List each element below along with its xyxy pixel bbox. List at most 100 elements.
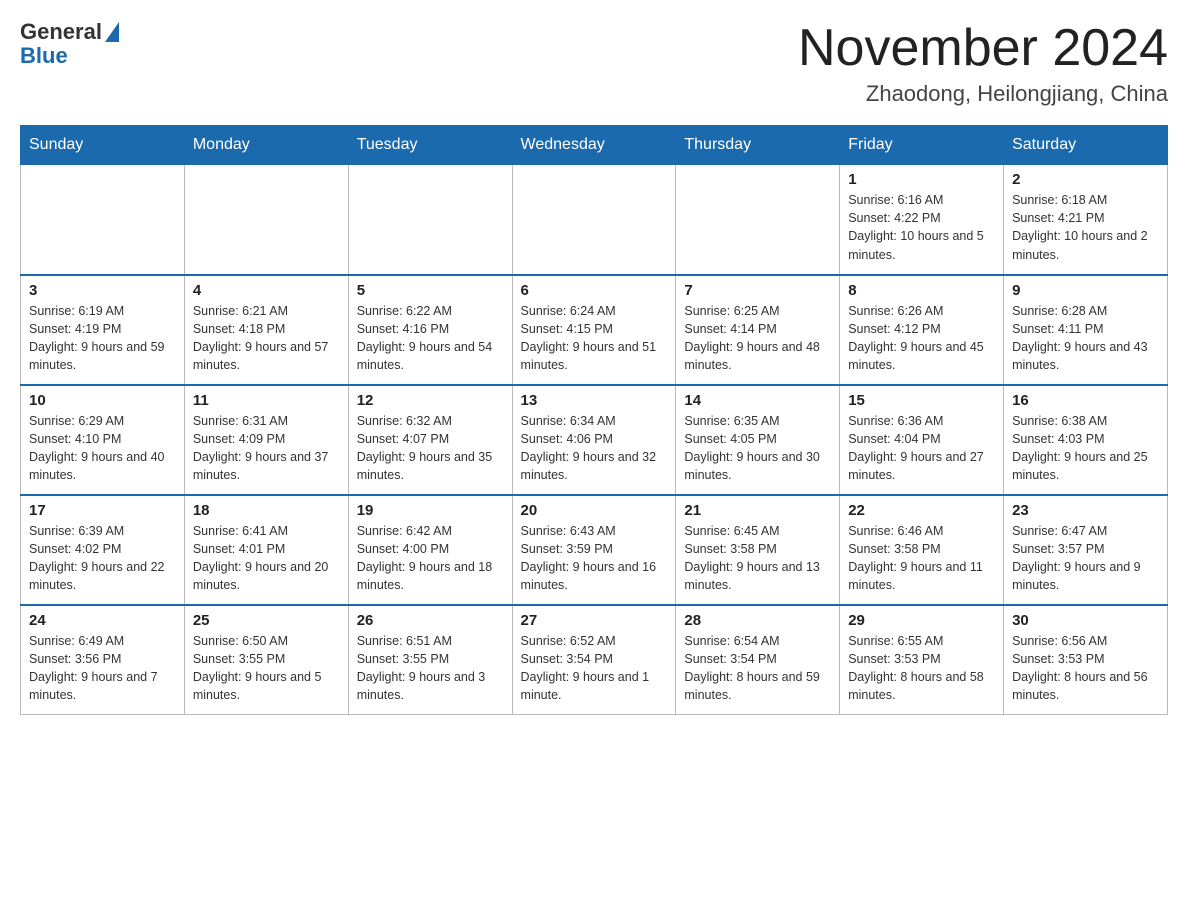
day-number: 2 bbox=[1012, 171, 1159, 188]
day-number: 7 bbox=[684, 282, 831, 299]
day-info: Sunrise: 6:54 AM Sunset: 3:54 PM Dayligh… bbox=[684, 632, 831, 705]
calendar-week-row: 17Sunrise: 6:39 AM Sunset: 4:02 PM Dayli… bbox=[21, 495, 1168, 605]
day-of-week-header: Saturday bbox=[1004, 126, 1168, 165]
day-info: Sunrise: 6:56 AM Sunset: 3:53 PM Dayligh… bbox=[1012, 632, 1159, 705]
day-number: 23 bbox=[1012, 502, 1159, 519]
calendar-day-cell: 24Sunrise: 6:49 AM Sunset: 3:56 PM Dayli… bbox=[21, 605, 185, 715]
day-info: Sunrise: 6:26 AM Sunset: 4:12 PM Dayligh… bbox=[848, 302, 995, 375]
calendar-day-cell: 9 Sunrise: 6:28 AM Sunset: 4:11 PM Daylig… bbox=[1004, 275, 1168, 385]
calendar-table: SundayMondayTuesdayWednesdayThursdayFrid… bbox=[20, 125, 1168, 715]
header-row: SundayMondayTuesdayWednesdayThursdayFrid… bbox=[21, 126, 1168, 165]
day-number: 21 bbox=[684, 502, 831, 519]
day-info: Sunrise: 6:43 AM Sunset: 3:59 PM Dayligh… bbox=[521, 522, 668, 595]
calendar-day-cell: 15 Sunrise: 6:36 AM Sunset: 4:04 PM Dayli… bbox=[840, 385, 1004, 495]
day-info: Sunrise: 6:47 AM Sunset: 3:57 PM Dayligh… bbox=[1012, 522, 1159, 595]
day-number: 17 bbox=[29, 502, 176, 519]
calendar-day-cell: 11 Sunrise: 6:31 AM Sunset: 4:09 PM Dayli… bbox=[184, 385, 348, 495]
month-title: November 2024 bbox=[798, 20, 1168, 77]
day-number: 30 bbox=[1012, 612, 1159, 629]
title-area: November 2024 Zhaodong, Heilongjiang, Ch… bbox=[798, 20, 1168, 107]
day-of-week-header: Sunday bbox=[21, 126, 185, 165]
calendar-day-cell: 26 Sunrise: 6:51 AM Sunset: 3:55 PM Dayli… bbox=[348, 605, 512, 715]
day-number: 27 bbox=[521, 612, 668, 629]
logo: General Blue bbox=[20, 20, 119, 68]
day-number: 8 bbox=[848, 282, 995, 299]
day-info: Sunrise: 6:35 AM Sunset: 4:05 PM Dayligh… bbox=[684, 412, 831, 485]
calendar-day-cell: 3 Sunrise: 6:19 AM Sunset: 4:19 PM Daylig… bbox=[21, 275, 185, 385]
day-info: Sunrise: 6:49 AM Sunset: 3:56 PM Dayligh… bbox=[29, 632, 176, 705]
day-number: 10 bbox=[29, 392, 176, 409]
logo-general-text: General bbox=[20, 20, 119, 44]
calendar-day-cell: 12Sunrise: 6:32 AM Sunset: 4:07 PM Dayli… bbox=[348, 385, 512, 495]
day-of-week-header: Monday bbox=[184, 126, 348, 165]
day-info: Sunrise: 6:36 AM Sunset: 4:04 PM Dayligh… bbox=[848, 412, 995, 485]
calendar-week-row: 3 Sunrise: 6:19 AM Sunset: 4:19 PM Daylig… bbox=[21, 275, 1168, 385]
day-info: Sunrise: 6:22 AM Sunset: 4:16 PM Dayligh… bbox=[357, 302, 504, 375]
calendar-body: 1Sunrise: 6:16 AM Sunset: 4:22 PM Daylig… bbox=[21, 165, 1168, 715]
day-number: 12 bbox=[357, 392, 504, 409]
day-number: 25 bbox=[193, 612, 340, 629]
calendar-day-cell bbox=[184, 165, 348, 275]
calendar-week-row: 10 Sunrise: 6:29 AM Sunset: 4:10 PM Dayli… bbox=[21, 385, 1168, 495]
calendar-header: SundayMondayTuesdayWednesdayThursdayFrid… bbox=[21, 126, 1168, 165]
day-info: Sunrise: 6:18 AM Sunset: 4:21 PM Dayligh… bbox=[1012, 191, 1159, 264]
calendar-day-cell: 18 Sunrise: 6:41 AM Sunset: 4:01 PM Dayli… bbox=[184, 495, 348, 605]
day-number: 4 bbox=[193, 282, 340, 299]
day-info: Sunrise: 6:25 AM Sunset: 4:14 PM Dayligh… bbox=[684, 302, 831, 375]
calendar-day-cell: 17Sunrise: 6:39 AM Sunset: 4:02 PM Dayli… bbox=[21, 495, 185, 605]
calendar-day-cell: 8 Sunrise: 6:26 AM Sunset: 4:12 PM Daylig… bbox=[840, 275, 1004, 385]
calendar-day-cell: 16 Sunrise: 6:38 AM Sunset: 4:03 PM Dayli… bbox=[1004, 385, 1168, 495]
calendar-day-cell: 2 Sunrise: 6:18 AM Sunset: 4:21 PM Daylig… bbox=[1004, 165, 1168, 275]
calendar-day-cell: 7 Sunrise: 6:25 AM Sunset: 4:14 PM Daylig… bbox=[676, 275, 840, 385]
day-number: 3 bbox=[29, 282, 176, 299]
calendar-day-cell bbox=[348, 165, 512, 275]
calendar-day-cell: 4 Sunrise: 6:21 AM Sunset: 4:18 PM Daylig… bbox=[184, 275, 348, 385]
day-info: Sunrise: 6:41 AM Sunset: 4:01 PM Dayligh… bbox=[193, 522, 340, 595]
day-number: 18 bbox=[193, 502, 340, 519]
day-number: 15 bbox=[848, 392, 995, 409]
day-number: 19 bbox=[357, 502, 504, 519]
calendar-day-cell: 6 Sunrise: 6:24 AM Sunset: 4:15 PM Daylig… bbox=[512, 275, 676, 385]
calendar-day-cell bbox=[21, 165, 185, 275]
day-info: Sunrise: 6:31 AM Sunset: 4:09 PM Dayligh… bbox=[193, 412, 340, 485]
calendar-day-cell: 1Sunrise: 6:16 AM Sunset: 4:22 PM Daylig… bbox=[840, 165, 1004, 275]
calendar-day-cell: 5 Sunrise: 6:22 AM Sunset: 4:16 PM Daylig… bbox=[348, 275, 512, 385]
day-of-week-header: Wednesday bbox=[512, 126, 676, 165]
calendar-day-cell bbox=[512, 165, 676, 275]
calendar-day-cell: 25Sunrise: 6:50 AM Sunset: 3:55 PM Dayli… bbox=[184, 605, 348, 715]
day-info: Sunrise: 6:34 AM Sunset: 4:06 PM Dayligh… bbox=[521, 412, 668, 485]
day-info: Sunrise: 6:38 AM Sunset: 4:03 PM Dayligh… bbox=[1012, 412, 1159, 485]
calendar-day-cell: 13 Sunrise: 6:34 AM Sunset: 4:06 PM Dayli… bbox=[512, 385, 676, 495]
calendar-day-cell: 23 Sunrise: 6:47 AM Sunset: 3:57 PM Dayli… bbox=[1004, 495, 1168, 605]
day-info: Sunrise: 6:21 AM Sunset: 4:18 PM Dayligh… bbox=[193, 302, 340, 375]
calendar-day-cell: 30 Sunrise: 6:56 AM Sunset: 3:53 PM Dayli… bbox=[1004, 605, 1168, 715]
day-number: 5 bbox=[357, 282, 504, 299]
calendar-day-cell bbox=[676, 165, 840, 275]
day-number: 28 bbox=[684, 612, 831, 629]
day-number: 29 bbox=[848, 612, 995, 629]
day-info: Sunrise: 6:46 AM Sunset: 3:58 PM Dayligh… bbox=[848, 522, 995, 595]
calendar-day-cell: 29 Sunrise: 6:55 AM Sunset: 3:53 PM Dayli… bbox=[840, 605, 1004, 715]
day-info: Sunrise: 6:28 AM Sunset: 4:11 PM Dayligh… bbox=[1012, 302, 1159, 375]
calendar-day-cell: 21Sunrise: 6:45 AM Sunset: 3:58 PM Dayli… bbox=[676, 495, 840, 605]
calendar-day-cell: 10 Sunrise: 6:29 AM Sunset: 4:10 PM Dayli… bbox=[21, 385, 185, 495]
day-info: Sunrise: 6:16 AM Sunset: 4:22 PM Dayligh… bbox=[848, 191, 995, 264]
day-number: 11 bbox=[193, 392, 340, 409]
day-number: 9 bbox=[1012, 282, 1159, 299]
day-info: Sunrise: 6:24 AM Sunset: 4:15 PM Dayligh… bbox=[521, 302, 668, 375]
day-number: 14 bbox=[684, 392, 831, 409]
calendar-day-cell: 28 Sunrise: 6:54 AM Sunset: 3:54 PM Dayli… bbox=[676, 605, 840, 715]
day-info: Sunrise: 6:29 AM Sunset: 4:10 PM Dayligh… bbox=[29, 412, 176, 485]
day-info: Sunrise: 6:51 AM Sunset: 3:55 PM Dayligh… bbox=[357, 632, 504, 705]
location-title: Zhaodong, Heilongjiang, China bbox=[798, 81, 1168, 107]
day-number: 6 bbox=[521, 282, 668, 299]
calendar-day-cell: 20 Sunrise: 6:43 AM Sunset: 3:59 PM Dayli… bbox=[512, 495, 676, 605]
day-number: 13 bbox=[521, 392, 668, 409]
day-number: 20 bbox=[521, 502, 668, 519]
day-info: Sunrise: 6:19 AM Sunset: 4:19 PM Dayligh… bbox=[29, 302, 176, 375]
day-number: 26 bbox=[357, 612, 504, 629]
day-info: Sunrise: 6:55 AM Sunset: 3:53 PM Dayligh… bbox=[848, 632, 995, 705]
day-number: 16 bbox=[1012, 392, 1159, 409]
calendar-day-cell: 14 Sunrise: 6:35 AM Sunset: 4:05 PM Dayli… bbox=[676, 385, 840, 495]
header: General Blue November 2024 Zhaodong, Hei… bbox=[20, 20, 1168, 107]
